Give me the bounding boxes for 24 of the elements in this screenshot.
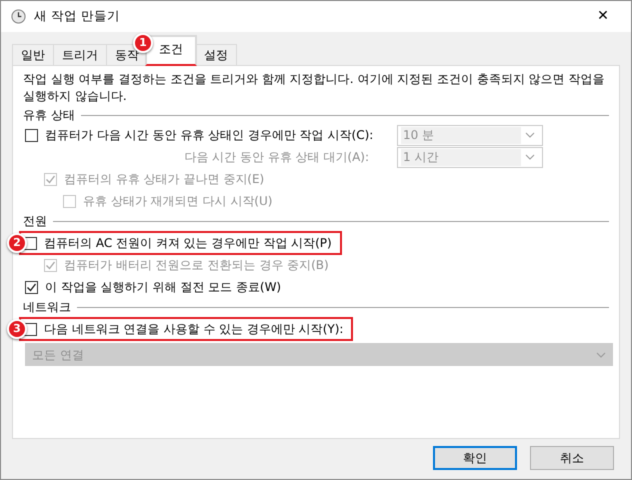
close-button[interactable]: ✕ bbox=[585, 2, 621, 30]
chevron-icon bbox=[596, 352, 606, 358]
chevron-icon bbox=[525, 154, 535, 160]
checkbox-label[interactable]: 컴퓨터가 다음 시간 동안 유휴 상태인 경우에만 작업 시작(C): bbox=[45, 126, 374, 144]
checkbox-label[interactable]: 이 작업을 실행하기 위해 절전 모드 종료(W) bbox=[45, 278, 282, 296]
section-heading: 유휴 상태 bbox=[23, 107, 75, 124]
callout-marker: 2 bbox=[7, 233, 27, 253]
chevron-icon bbox=[525, 132, 535, 138]
window-title: 새 작업 만들기 bbox=[34, 7, 120, 26]
section-heading: 네트워크 bbox=[23, 299, 71, 316]
checkbox-label[interactable]: 컴퓨터의 AC 전원이 켜져 있는 경우에만 작업 시작(P) bbox=[44, 234, 332, 252]
ok-button[interactable]: 확인 bbox=[433, 446, 517, 470]
checkbox[interactable] bbox=[25, 128, 38, 142]
field-label: 다음 시간 동안 유휴 상태 대기(A): bbox=[184, 149, 369, 166]
clock-icon bbox=[11, 9, 26, 24]
callout-marker: 3 bbox=[7, 319, 27, 339]
checkbox[interactable] bbox=[25, 280, 38, 294]
tab[interactable]: 설정 bbox=[195, 44, 237, 65]
description-text: 작업 실행 여부를 결정하는 조건을 트리거와 함께 지정합니다. 여기에 지정된 조건이 충족되지 않으면 작업을 실행하지 않습니다. bbox=[23, 71, 606, 105]
tab[interactable]: 조건 bbox=[145, 35, 197, 66]
tab[interactable]: 일반 bbox=[12, 44, 54, 65]
checkbox-label[interactable]: 다음 네트워크 연결을 사용할 수 있는 경우에만 시작(Y): bbox=[44, 320, 344, 338]
cancel-button[interactable]: 취소 bbox=[530, 446, 614, 470]
section-heading: 전원 bbox=[23, 213, 47, 230]
